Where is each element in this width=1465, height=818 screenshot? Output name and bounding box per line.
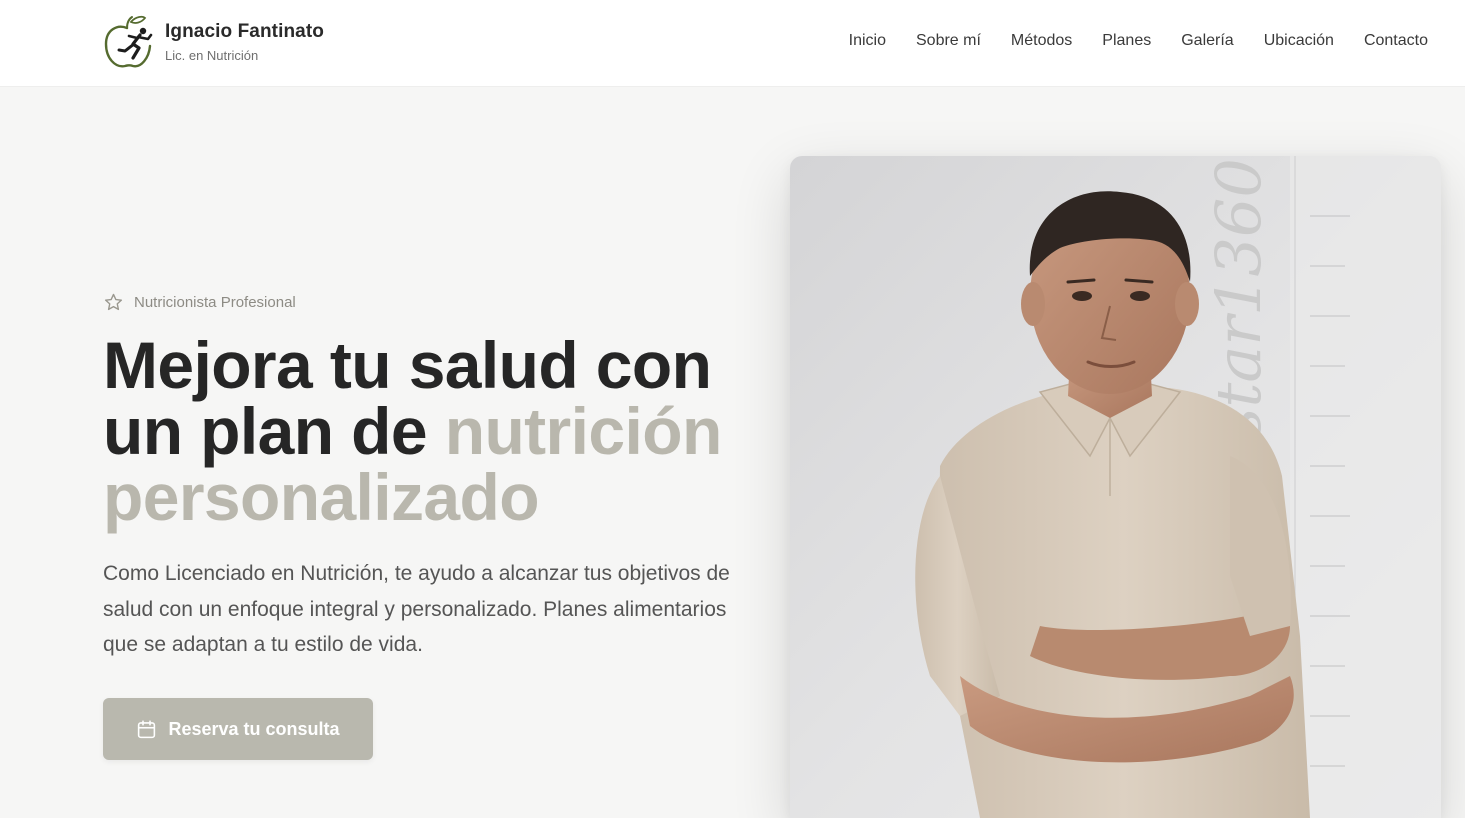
book-consultation-label: Reserva tu consulta (168, 718, 340, 739)
hero-title: Mejora tu salud con un plan de nutrición… (103, 332, 783, 530)
nav-link-inicio[interactable]: Inicio (849, 31, 886, 51)
nav-link-sobre-mi[interactable]: Sobre mí (916, 31, 981, 51)
book-consultation-button[interactable]: Reserva tu consulta (103, 698, 373, 760)
nav-link-planes[interactable]: Planes (1102, 31, 1151, 51)
hero-description: Como Licenciado en Nutrición, te ayudo a… (103, 562, 730, 656)
top-navbar: Ignacio Fantinato Lic. en Nutrición Inic… (0, 0, 1465, 86)
portrait-image: estar1360 (790, 156, 1441, 818)
nav-link-galeria[interactable]: Galería (1181, 31, 1233, 51)
nav-link-metodos[interactable]: Métodos (1011, 31, 1072, 51)
main-nav: Inicio Sobre mí Métodos Planes Galería U… (849, 31, 1428, 51)
nav-link-contacto[interactable]: Contacto (1364, 31, 1428, 51)
calendar-icon (138, 719, 156, 738)
hero-eyebrow: Nutricionista Profesional (103, 292, 296, 313)
star-icon (104, 293, 123, 311)
apple-runner-logo (104, 15, 153, 68)
eyebrow-text: Nutricionista Profesional (134, 294, 296, 311)
brand-text: Ignacio Fantinato Lic. en Nutrición (165, 20, 324, 64)
hero-photo: estar1360 (790, 156, 1441, 818)
brand-name: Ignacio Fantinato (165, 21, 324, 42)
brand[interactable]: Ignacio Fantinato Lic. en Nutrición (103, 14, 324, 70)
brand-subtitle: Lic. en Nutrición (165, 48, 259, 63)
nav-link-ubicacion[interactable]: Ubicación (1264, 31, 1334, 51)
